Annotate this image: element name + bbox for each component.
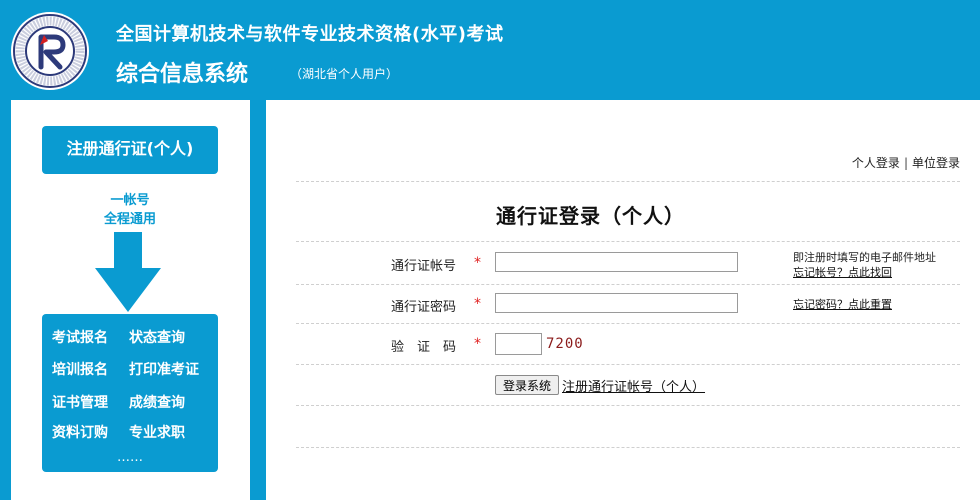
column-divider	[260, 100, 266, 500]
site-title: 全国计算机技术与软件专业技术资格(水平)考试	[116, 24, 504, 45]
forgot-password-link[interactable]: 忘记密码？点此重置	[793, 298, 892, 311]
divider-line	[296, 405, 960, 406]
login-title: 通行证登录（个人）	[496, 204, 685, 228]
required-mark: *	[474, 255, 481, 271]
header-banner: 全国计算机技术与软件专业技术资格(水平)考试 综合信息系统 （湖北省个人用户）	[0, 0, 980, 100]
slogan-line-2: 全程通用	[103, 212, 156, 227]
captcha-image[interactable]: 7200	[546, 336, 584, 352]
login-type-links: 个人登录 | 单位登录	[852, 154, 960, 171]
menu-print-ticket[interactable]: 打印准考证	[129, 359, 199, 379]
arrow-down-icon	[95, 232, 161, 312]
service-menu: 考试报名 状态查询 培训报名 打印准考证 证书管理 成绩查询 资料订购 专业求职…	[42, 314, 218, 472]
menu-material-order[interactable]: 资料订购	[52, 422, 108, 442]
system-title: 综合信息系统	[116, 62, 249, 87]
menu-job-search[interactable]: 专业求职	[129, 422, 185, 442]
menu-training-signup[interactable]: 培训报名	[52, 359, 108, 379]
divider-line	[296, 364, 960, 365]
personal-login-link[interactable]: 个人登录	[852, 156, 900, 170]
password-label: 通行证密码	[391, 300, 457, 315]
captcha-label: 验 证 码	[391, 340, 457, 355]
register-account-link[interactable]: 注册通行证帐号（个人）	[562, 376, 705, 395]
required-mark: *	[474, 296, 481, 312]
account-hint: 即注册时填写的电子邮件地址 忘记帐号？点此找回	[793, 250, 936, 280]
divider-line	[296, 323, 960, 324]
password-hint: 忘记密码？点此重置	[793, 297, 892, 312]
password-input[interactable]	[495, 293, 738, 313]
menu-score-query[interactable]: 成绩查询	[129, 392, 185, 412]
required-mark: *	[474, 336, 481, 352]
menu-cert-manage[interactable]: 证书管理	[52, 392, 108, 412]
forgot-account-link[interactable]: 忘记帐号？点此找回	[793, 266, 892, 279]
account-hint-text: 即注册时填写的电子邮件地址	[793, 251, 936, 264]
account-label: 通行证帐号	[391, 259, 457, 274]
link-separator: |	[903, 156, 908, 170]
slogan-line-1: 一帐号	[110, 193, 150, 208]
account-input[interactable]	[495, 252, 738, 272]
login-submit-button[interactable]: 登录系统	[495, 375, 559, 395]
menu-exam-signup[interactable]: 考试报名	[52, 327, 108, 347]
register-passport-button[interactable]: 注册通行证(个人)	[42, 126, 218, 174]
divider-line	[296, 447, 960, 448]
logo-emblem	[11, 12, 89, 90]
menu-status-query[interactable]: 状态查询	[129, 327, 185, 347]
menu-more: ……	[117, 450, 143, 465]
unit-login-link[interactable]: 单位登录	[912, 156, 960, 170]
divider-line	[296, 181, 960, 182]
user-type-note: （湖北省个人用户）	[290, 67, 399, 81]
divider-line	[296, 241, 960, 242]
captcha-input[interactable]	[495, 333, 542, 355]
divider-line	[296, 284, 960, 285]
